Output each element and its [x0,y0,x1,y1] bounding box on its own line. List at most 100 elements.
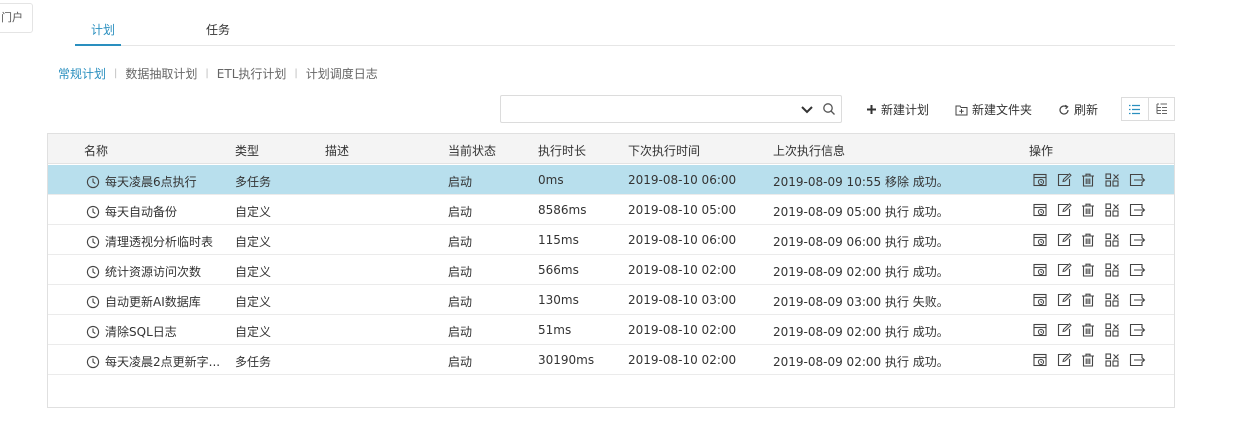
row-actions [1033,201,1153,219]
active-tab-indicator [75,44,121,46]
plan-next-run: 2019-08-10 05:00 [628,203,737,217]
run-now-button[interactable] [1033,321,1057,339]
move-button[interactable] [1129,321,1153,339]
delete-button[interactable] [1081,201,1105,219]
run-now-button[interactable] [1033,171,1057,189]
plan-duration: 115ms [538,233,579,247]
tree-view-button[interactable] [1147,98,1174,120]
permissions-button[interactable] [1105,321,1129,339]
move-button[interactable] [1129,261,1153,279]
permissions-button[interactable] [1105,231,1129,249]
plan-duration: 51ms [538,323,572,337]
move-icon [1129,233,1146,247]
search-icon[interactable] [822,102,836,116]
main-tabs: 计划 任务 [75,0,1175,46]
plan-name-cell: 统计资源访问次数 [86,263,201,280]
column-header-duration: 执行时长 [538,144,587,158]
move-icon [1129,203,1146,217]
table-row[interactable]: 每天凌晨2点更新字... 多任务 启动 30190ms 2019-08-10 0… [48,345,1174,375]
run-now-icon [1033,233,1047,247]
table-row[interactable]: 每天凌晨6点执行 多任务 启动 0ms 2019-08-10 06:00 201… [48,165,1174,195]
permissions-icon [1105,353,1119,367]
move-button[interactable] [1129,351,1153,369]
portal-tab[interactable]: 门户 [0,3,33,33]
plan-name: 每天凌晨6点执行 [105,175,197,189]
row-actions [1033,351,1153,369]
permissions-button[interactable] [1105,291,1129,309]
run-now-button[interactable] [1033,201,1057,219]
clock-icon [86,175,100,188]
delete-button[interactable] [1081,321,1105,339]
plan-type: 多任务 [235,355,272,369]
run-now-button[interactable] [1033,261,1057,279]
subnav-separator: | [114,68,118,79]
clock-icon [86,325,100,338]
search-input[interactable] [500,95,842,123]
edit-button[interactable] [1057,201,1081,219]
tab-task[interactable]: 任务 [206,21,230,38]
plan-type: 自定义 [235,295,272,309]
plan-next-run: 2019-08-10 06:00 [628,173,737,187]
delete-button[interactable] [1081,261,1105,279]
edit-icon [1057,323,1072,337]
subnav-etl-plan[interactable]: ETL执行计划 [217,65,287,82]
delete-button[interactable] [1081,231,1105,249]
delete-button[interactable] [1081,171,1105,189]
plan-type: 多任务 [235,175,272,189]
permissions-icon [1105,203,1119,217]
column-header-description: 描述 [325,144,350,158]
new-plan-button[interactable]: 新建计划 [866,101,929,118]
table-row[interactable]: 统计资源访问次数 自定义 启动 566ms 2019-08-10 02:00 2… [48,255,1174,285]
subnav-data-extraction-plan[interactable]: 数据抽取计划 [125,65,197,82]
move-icon [1129,173,1146,187]
refresh-button[interactable]: 刷新 [1058,101,1098,118]
permissions-button[interactable] [1105,261,1129,279]
subnav-schedule-log[interactable]: 计划调度日志 [306,65,378,82]
run-now-button[interactable] [1033,291,1057,309]
subnav-regular-plan[interactable]: 常规计划 [58,65,106,82]
move-button[interactable] [1129,201,1153,219]
table-row[interactable]: 每天自动备份 自定义 启动 8586ms 2019-08-10 05:00 20… [48,195,1174,225]
list-view-icon [1129,104,1141,114]
plan-duration: 130ms [538,293,579,307]
delete-icon [1082,353,1094,367]
tab-plan[interactable]: 计划 [91,21,115,38]
permissions-button[interactable] [1105,171,1129,189]
delete-button[interactable] [1081,291,1105,309]
edit-button[interactable] [1057,231,1081,249]
run-now-icon [1033,173,1047,187]
column-header-type: 类型 [235,144,260,158]
permissions-button[interactable] [1105,351,1129,369]
move-icon [1129,323,1146,337]
clock-icon [86,205,100,218]
move-button[interactable] [1129,291,1153,309]
permissions-button[interactable] [1105,201,1129,219]
table-row[interactable]: 自动更新AI数据库 自定义 启动 130ms 2019-08-10 03:00 … [48,285,1174,315]
plan-type: 自定义 [235,205,272,219]
table-row[interactable]: 清除SQL日志 自定义 启动 51ms 2019-08-10 02:00 201… [48,315,1174,345]
table-row[interactable]: 清理透视分析临时表 自定义 启动 115ms 2019-08-10 06:00 … [48,225,1174,255]
table-header: 名称 类型 描述 当前状态 执行时长 下次执行时间 上次执行信息 操作 [48,134,1174,164]
edit-button[interactable] [1057,261,1081,279]
run-now-button[interactable] [1033,351,1057,369]
plan-name: 清理透视分析临时表 [105,235,214,249]
edit-button[interactable] [1057,321,1081,339]
list-view-button[interactable] [1122,98,1148,120]
move-button[interactable] [1129,231,1153,249]
edit-button[interactable] [1057,351,1081,369]
plan-name-cell: 每天自动备份 [86,203,177,220]
chevron-down-icon[interactable] [800,102,814,116]
plan-last-run: 2019-08-09 02:00 执行 成功。 [773,325,949,339]
move-button[interactable] [1129,171,1153,189]
plan-next-run: 2019-08-10 02:00 [628,353,737,367]
plan-table: 名称 类型 描述 当前状态 执行时长 下次执行时间 上次执行信息 操作 每天凌晨… [47,133,1175,408]
edit-button[interactable] [1057,171,1081,189]
run-now-icon [1033,263,1047,277]
run-now-button[interactable] [1033,231,1057,249]
plan-type: 自定义 [235,265,272,279]
portal-tab-label: 门户 [1,11,23,24]
new-folder-button[interactable]: 新建文件夹 [955,101,1032,118]
row-actions [1033,291,1153,309]
delete-button[interactable] [1081,351,1105,369]
edit-button[interactable] [1057,291,1081,309]
